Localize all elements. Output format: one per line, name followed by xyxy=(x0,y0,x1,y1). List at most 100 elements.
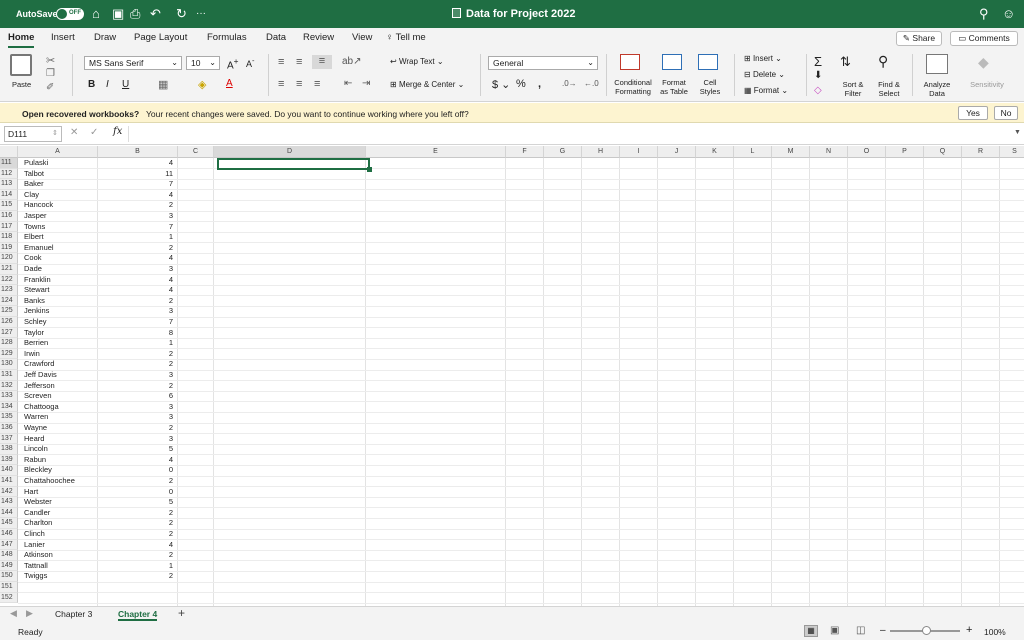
row-header[interactable]: 118 xyxy=(0,232,18,243)
column-header-f[interactable]: F xyxy=(506,146,544,158)
cell-count-value[interactable]: 5 xyxy=(98,497,173,507)
row-header[interactable]: 117 xyxy=(0,221,18,233)
column-header-a[interactable]: A xyxy=(18,146,98,158)
row-header[interactable]: 151 xyxy=(0,582,18,593)
cell-county-name[interactable]: Clay xyxy=(24,190,39,200)
cell-count-value[interactable]: 4 xyxy=(98,285,173,295)
underline-icon[interactable]: U xyxy=(122,79,129,90)
cell-count-value[interactable]: 2 xyxy=(98,508,173,518)
column-header-l[interactable]: L xyxy=(734,146,772,158)
cell-county-name[interactable]: Elbert xyxy=(24,232,44,242)
zoom-slider-thumb[interactable] xyxy=(922,626,931,635)
cell-county-name[interactable]: Franklin xyxy=(24,275,51,285)
row-header[interactable]: 146 xyxy=(0,529,18,540)
cancel-icon[interactable]: ✕ xyxy=(70,127,78,138)
formula-input[interactable] xyxy=(128,126,1008,142)
expand-formula-icon[interactable]: ▼ xyxy=(1014,129,1021,136)
column-header-e[interactable]: E xyxy=(366,146,506,158)
indent-increase-icon[interactable]: ⇥ xyxy=(362,78,370,89)
cell-count-value[interactable]: 2 xyxy=(98,550,173,560)
column-header-k[interactable]: K xyxy=(696,146,734,158)
bold-icon[interactable]: B xyxy=(88,79,95,90)
more-icon[interactable]: ··· xyxy=(196,6,206,22)
format-painter-icon[interactable]: ✐ xyxy=(46,82,54,93)
cell-county-name[interactable]: Crawford xyxy=(24,359,54,369)
currency-icon[interactable]: $ ⌄ xyxy=(492,78,510,91)
cell-count-value[interactable]: 2 xyxy=(98,518,173,528)
column-header-n[interactable]: N xyxy=(810,146,848,158)
zoom-out-icon[interactable]: – xyxy=(880,625,886,636)
fill-color-icon[interactable]: ◈ xyxy=(198,78,206,91)
cell-count-value[interactable]: 4 xyxy=(98,253,173,263)
row-header[interactable]: 116 xyxy=(0,211,18,222)
align-right-icon[interactable]: ≡ xyxy=(314,78,320,90)
tab-draw[interactable]: Draw xyxy=(94,32,116,43)
format-cells-button[interactable]: ▦ Format ⌄ xyxy=(744,86,788,95)
row-header[interactable]: 150 xyxy=(0,571,18,582)
cell-count-value[interactable]: 2 xyxy=(98,529,173,539)
cell-county-name[interactable]: Jasper xyxy=(24,211,47,221)
row-header[interactable]: 128 xyxy=(0,338,18,349)
cell-count-value[interactable]: 3 xyxy=(98,306,173,316)
cell-county-name[interactable]: Banks xyxy=(24,296,45,306)
cell-count-value[interactable]: 2 xyxy=(98,571,173,581)
cell-county-name[interactable]: Candler xyxy=(24,508,50,518)
cell-county-name[interactable]: Atkinson xyxy=(24,550,53,560)
cell-county-name[interactable]: Webster xyxy=(24,497,52,507)
font-color-icon[interactable]: A xyxy=(226,78,233,89)
paste-icon[interactable] xyxy=(10,54,32,76)
no-button[interactable]: No xyxy=(994,106,1018,120)
tab-home[interactable]: Home xyxy=(8,32,35,48)
italic-icon[interactable]: I xyxy=(106,79,109,90)
cell-count-value[interactable]: 3 xyxy=(98,264,173,274)
cell-county-name[interactable]: Charlton xyxy=(24,518,52,528)
row-header[interactable]: 133 xyxy=(0,391,18,402)
yes-button[interactable]: Yes xyxy=(958,106,988,120)
row-header[interactable]: 148 xyxy=(0,550,18,561)
cell-count-value[interactable]: 1 xyxy=(98,561,173,571)
print-icon[interactable]: ⎙ xyxy=(130,6,140,22)
prev-sheet-icon[interactable]: ◀ xyxy=(10,608,17,619)
cell-count-value[interactable]: 2 xyxy=(98,423,173,433)
row-header[interactable]: 136 xyxy=(0,423,18,434)
cell-count-value[interactable]: 4 xyxy=(98,158,173,168)
page-layout-view-icon[interactable]: ▣ xyxy=(830,625,839,636)
row-header[interactable]: 134 xyxy=(0,401,18,413)
column-header-o[interactable]: O xyxy=(848,146,886,158)
cell-count-value[interactable]: 2 xyxy=(98,296,173,306)
zoom-slider[interactable] xyxy=(890,626,960,635)
row-header[interactable]: 127 xyxy=(0,327,18,339)
row-header[interactable]: 145 xyxy=(0,518,18,529)
cell-count-value[interactable]: 4 xyxy=(98,275,173,285)
tab-formulas[interactable]: Formulas xyxy=(207,32,247,43)
cell-count-value[interactable]: 2 xyxy=(98,381,173,391)
add-sheet-icon[interactable]: + xyxy=(178,606,185,620)
row-header[interactable]: 152 xyxy=(0,592,18,604)
cell-county-name[interactable]: Talbot xyxy=(24,169,44,179)
cell-count-value[interactable]: 11 xyxy=(98,169,173,179)
cell-count-value[interactable]: 3 xyxy=(98,412,173,422)
indent-decrease-icon[interactable]: ⇤ xyxy=(344,78,352,89)
row-header[interactable]: 121 xyxy=(0,264,18,275)
cell-count-value[interactable]: 6 xyxy=(98,391,173,401)
cell-county-name[interactable]: Rabun xyxy=(24,455,46,465)
tab-review[interactable]: Review xyxy=(303,32,334,43)
sensitivity-button[interactable]: Sensitivity xyxy=(964,80,1010,89)
row-header[interactable]: 141 xyxy=(0,476,18,487)
cell-county-name[interactable]: Hart xyxy=(24,487,38,497)
row-header[interactable]: 142 xyxy=(0,486,18,498)
row-header[interactable]: 140 xyxy=(0,465,18,476)
redo-icon[interactable]: ↻ xyxy=(176,6,187,22)
cell-county-name[interactable]: Heard xyxy=(24,434,44,444)
cell-county-name[interactable]: Baker xyxy=(24,179,44,189)
column-header-r[interactable]: R xyxy=(962,146,1000,158)
cell-count-value[interactable]: 0 xyxy=(98,487,173,497)
worksheet-grid[interactable]: ABCDEFGHIJKLMNOPQRS 111 Pulaski 4 112 Talbot… xyxy=(0,146,1024,606)
cell-county-name[interactable]: Schley xyxy=(24,317,47,327)
fill-icon[interactable]: ⬇ xyxy=(814,70,822,81)
normal-view-icon[interactable]: ▦ xyxy=(804,625,818,637)
align-center-icon[interactable]: ≡ xyxy=(296,78,302,90)
row-header[interactable]: 132 xyxy=(0,380,18,392)
row-header[interactable]: 112 xyxy=(0,168,18,180)
cell-county-name[interactable]: Chattahoochee xyxy=(24,476,75,486)
